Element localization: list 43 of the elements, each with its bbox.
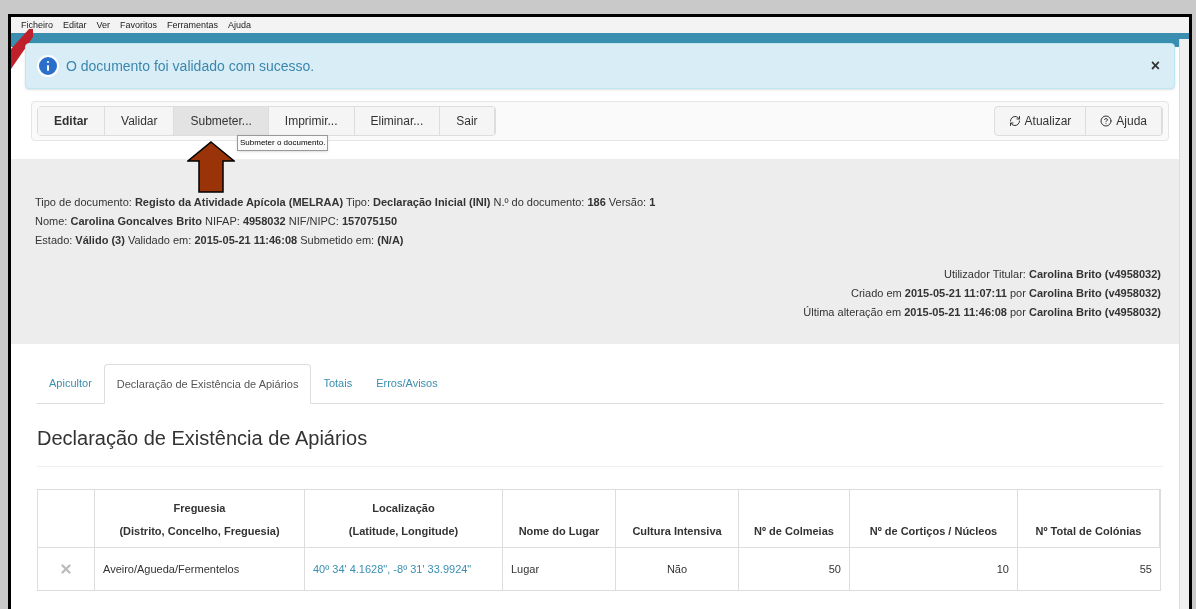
toolbar-button[interactable]: Editar xyxy=(38,107,105,135)
column-header: Localização (Latitude, Longitude) xyxy=(305,490,503,547)
info-line: Criado em 2015-05-21 11:07:11 por Carolina Brito (v4958032) xyxy=(850,286,1161,300)
tab[interactable]: Declaração de Existência de Apiários xyxy=(103,364,312,404)
alert-message: O documento foi validado com sucesso. xyxy=(66,56,315,76)
menu-item[interactable]: Ficheiro xyxy=(21,20,53,30)
page-heading: Declaração de Existência de Apiários xyxy=(37,426,369,451)
menu-item[interactable]: Ajuda xyxy=(228,20,252,30)
tab[interactable]: Totais xyxy=(311,363,365,403)
column-header: Nº de Colmeias xyxy=(739,490,850,547)
menu-item[interactable]: Favoritos xyxy=(120,20,158,30)
close-button[interactable]: × xyxy=(1150,58,1160,74)
info-line: Última alteração em 2015-05-21 11:46:08 por Carolina Brito (v4958032) xyxy=(803,305,1161,319)
toolbar-button[interactable]: Submeter... xyxy=(174,107,269,135)
info-line: Tipo de documento: Registo da Atividade Apícola (MELRAA) Tipo: Declaração Inicial (INI) N.º do documento: 186 Versão: 1 xyxy=(35,195,657,209)
tab[interactable]: Erros/Avisos xyxy=(364,363,450,403)
delete-icon[interactable] xyxy=(59,562,73,576)
table-cell: Lugar xyxy=(503,548,616,590)
info-line: Estado: Válido (3) Validado em: 2015-05-21 11:46:08 Submetido em: (N/A) xyxy=(35,233,405,247)
table-cell-text: 55 xyxy=(1138,561,1153,577)
menu-item[interactable]: Ferramentas xyxy=(167,20,219,30)
table-cell: Não xyxy=(616,548,739,590)
column-header: Cultura Intensiva xyxy=(616,490,739,547)
table-cell: 50 xyxy=(739,548,850,590)
info-line: Utilizador Titular: Carolina Brito (v4958032) xyxy=(943,267,1161,281)
toolbar-button[interactable]: Atualizar xyxy=(994,107,1087,135)
refresh-icon xyxy=(1008,115,1021,127)
column-header: Freguesia (Distrito, Concelho, Freguesia) xyxy=(95,490,305,547)
info-line: Nome: Carolina Goncalves Brito NIFAP: 4958032 NIF/NIPC: 157075150 xyxy=(35,214,398,228)
menu-item[interactable]: Ver xyxy=(96,20,111,30)
annotation-arrow xyxy=(187,141,235,193)
info-icon xyxy=(36,54,60,78)
tab[interactable]: Apicultor xyxy=(37,363,104,403)
table-cell: Aveiro/Agueda/Fermentelos xyxy=(95,548,305,590)
column-header: Nome do Lugar xyxy=(503,490,616,547)
table-cell: 10 xyxy=(850,548,1018,590)
menu-item[interactable]: Editar xyxy=(63,20,87,30)
column-header: Nº Total de Colónias xyxy=(1018,490,1160,547)
toolbar-button[interactable]: Ajuda xyxy=(1086,107,1162,135)
location-link[interactable]: 40º 34' 4.1628", -8º 31' 33.9924" xyxy=(313,560,472,578)
help-icon xyxy=(1100,115,1113,127)
tooltip: Submeter o documento. xyxy=(237,135,329,151)
column-header: Nº de Cortiços / Núcleos xyxy=(850,490,1018,547)
